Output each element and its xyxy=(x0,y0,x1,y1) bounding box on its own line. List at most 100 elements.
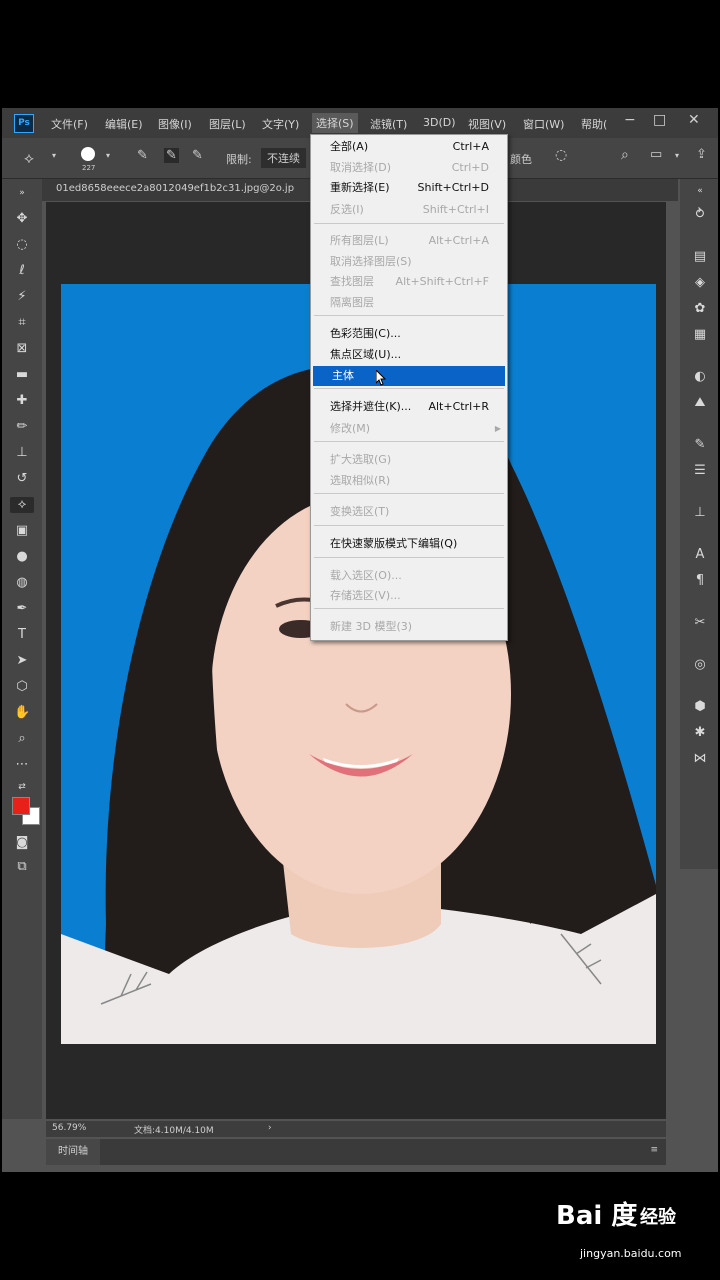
lasso-tool-icon[interactable]: ℓ xyxy=(14,263,30,279)
subtract-selection-brush-icon[interactable]: ✎ xyxy=(192,148,203,163)
menu-option[interactable]: 所有图层(L) Alt+Ctrl+A xyxy=(311,231,507,251)
marquee-tool-icon[interactable]: ◌ xyxy=(14,237,30,253)
dodge-tool-icon[interactable]: ◍ xyxy=(14,575,30,591)
menu-3d[interactable]: 3D(D) xyxy=(423,116,456,129)
add-selection-brush-icon[interactable]: ✎ xyxy=(164,148,179,163)
menu-option-label: 选择并遮住(K)... xyxy=(330,400,412,413)
menu-option[interactable]: 隔离图层 xyxy=(311,293,507,313)
quick-mask-icon[interactable]: ◙ xyxy=(14,835,30,851)
menu-select[interactable]: 选择(S) xyxy=(312,113,358,133)
magic-wand-tool-icon[interactable]: ⚡ xyxy=(14,289,30,305)
menu-filter[interactable]: 滤镜(T) xyxy=(370,116,407,132)
hand-tool-icon[interactable]: ✋ xyxy=(14,705,30,721)
tools-panel-icon[interactable]: ✂ xyxy=(692,615,708,631)
path-selection-tool-icon[interactable]: ➤ xyxy=(14,653,30,669)
pen-pressure-icon[interactable]: ◌ xyxy=(555,147,567,163)
image-panel-icon[interactable]: ⛰ xyxy=(692,395,708,411)
menu-option[interactable]: 变换选区(T) xyxy=(311,502,507,522)
limit-select[interactable]: 不连续 xyxy=(261,148,306,168)
panel-menu-icon[interactable]: ≡ xyxy=(650,1145,658,1155)
adjustments-panel-icon[interactable]: ◐ xyxy=(692,369,708,385)
history-brush-tool-icon[interactable]: ↺ xyxy=(14,471,30,487)
menu-option[interactable]: 主体 xyxy=(313,366,505,386)
menu-option[interactable]: 载入选区(O)... xyxy=(311,566,507,586)
timeline-tab[interactable]: 时间轴 xyxy=(46,1139,100,1165)
minimize-icon[interactable]: − xyxy=(624,112,636,128)
layers-panel-icon[interactable]: ◈ xyxy=(692,275,708,291)
type-tool-icon[interactable]: T xyxy=(14,627,30,643)
menu-window[interactable]: 窗口(W) xyxy=(523,116,564,132)
menu-option[interactable]: 全部(A) Ctrl+A xyxy=(311,137,507,157)
gradient-tool-icon[interactable]: ▣ xyxy=(14,523,30,539)
menu-option[interactable]: 取消选择(D) Ctrl+D xyxy=(311,158,507,178)
ruler-tool-icon[interactable]: ▬ xyxy=(14,367,30,383)
menu-help[interactable]: 帮助( xyxy=(581,116,607,132)
brush-settings-icon[interactable]: ☰ xyxy=(692,463,708,479)
menu-option[interactable]: 焦点区域(U)... xyxy=(311,345,507,365)
workspace-chevron-icon[interactable]: ▾ xyxy=(675,151,679,160)
brush-size-chevron-icon[interactable]: ▾ xyxy=(106,151,110,160)
shape-tool-icon[interactable]: ⬡ xyxy=(14,679,30,695)
quick-select-tool-icon[interactable]: ⟡ xyxy=(24,149,34,167)
foreground-color-swatch[interactable] xyxy=(12,797,30,815)
healing-brush-tool-icon[interactable]: ✚ xyxy=(14,393,30,409)
menu-option[interactable]: 查找图层 Alt+Shift+Ctrl+F xyxy=(311,272,507,292)
maximize-icon[interactable]: □ xyxy=(653,112,666,128)
menu-option[interactable]: 选择并遮住(K)... Alt+Ctrl+R xyxy=(311,397,507,417)
tool-preset-chevron-icon[interactable]: ▾ xyxy=(52,151,56,160)
menu-option[interactable]: 新建 3D 模型(3) xyxy=(311,617,507,637)
3d-panel-icon[interactable]: ⬢ xyxy=(692,699,708,715)
stamp-tool-icon[interactable]: ⊥ xyxy=(14,445,30,461)
menu-view[interactable]: 视图(V) xyxy=(468,116,506,132)
blur-tool-icon[interactable]: ● xyxy=(14,549,30,565)
menu-option[interactable]: 在快速蒙版模式下编辑(Q) xyxy=(311,534,507,554)
menu-option[interactable]: 反选(I) Shift+Ctrl+I xyxy=(311,200,507,220)
workspace-icon[interactable]: ▭ xyxy=(650,147,662,162)
frame-tool-icon[interactable]: ⊠ xyxy=(14,341,30,357)
zoom-level[interactable]: 56.79% xyxy=(52,1123,86,1133)
menu-option-label: 扩大选取(G) xyxy=(330,453,392,466)
menu-image[interactable]: 图像(I) xyxy=(158,116,192,132)
menu-edit[interactable]: 编辑(E) xyxy=(105,116,143,132)
menu-option[interactable]: 重新选择(E) Shift+Ctrl+D xyxy=(311,178,507,198)
character-panel-icon[interactable]: A xyxy=(692,547,708,563)
menu-option[interactable]: 扩大选取(G) xyxy=(311,450,507,470)
clone-source-icon[interactable]: ⊥ xyxy=(692,505,708,521)
brush-preview-icon[interactable] xyxy=(81,147,95,161)
status-expand-icon[interactable]: › xyxy=(268,1123,272,1133)
collapse-dock-icon[interactable]: « xyxy=(692,183,708,199)
materials-panel-icon[interactable]: ✱ xyxy=(692,725,708,741)
swap-colors-icon[interactable]: ⇄ xyxy=(14,779,30,795)
brush-panel-icon[interactable]: ✎ xyxy=(692,437,708,453)
libraries-panel-icon[interactable]: ▤ xyxy=(692,249,708,265)
menu-layer[interactable]: 图层(L) xyxy=(209,116,246,132)
more-tools-icon[interactable]: ⋯ xyxy=(14,757,30,773)
brush-tool-icon[interactable]: ✏ xyxy=(14,419,30,435)
menu-option[interactable]: 存储选区(V)... xyxy=(311,586,507,606)
new-selection-brush-icon[interactable]: ✎ xyxy=(137,148,148,163)
menu-file[interactable]: 文件(F) xyxy=(51,116,88,132)
move-tool-icon[interactable]: ✥ xyxy=(14,211,30,227)
screen-mode-icon[interactable]: ⧉ xyxy=(14,859,30,875)
zoom-tool-icon[interactable]: ⌕ xyxy=(14,731,30,747)
share-icon[interactable]: ⇪ xyxy=(696,147,707,162)
collapse-panel-icon[interactable]: » xyxy=(14,185,30,201)
color-panel-icon[interactable]: ✿ xyxy=(692,301,708,317)
menu-option[interactable]: 取消选择图层(S) xyxy=(311,252,507,272)
menu-option[interactable]: 色彩范围(C)... xyxy=(311,324,507,344)
quick-selection-tool-icon[interactable]: ⟡ xyxy=(10,497,34,513)
pen-tool-icon[interactable]: ✒ xyxy=(14,601,30,617)
menu-option-label: 全部(A) xyxy=(330,140,369,153)
paths-panel-icon[interactable]: ⋈ xyxy=(692,751,708,767)
document-tab[interactable]: 01ed8658eeece2a8012049ef1b2c31.jpg@2o.jp xyxy=(56,183,294,194)
menu-type[interactable]: 文字(Y) xyxy=(262,116,299,132)
paragraph-panel-icon[interactable]: ¶ xyxy=(692,573,708,589)
menu-option[interactable]: 修改(M) ▶ xyxy=(311,419,507,439)
menu-option[interactable]: 选取相似(R) xyxy=(311,471,507,491)
search-icon[interactable]: ⌕ xyxy=(621,147,629,163)
crop-tool-icon[interactable]: ⌗ xyxy=(14,315,30,331)
swatches-panel-icon[interactable]: ▦ xyxy=(692,327,708,343)
channels-panel-icon[interactable]: ◎ xyxy=(692,657,708,673)
history-panel-icon[interactable]: ⥁ xyxy=(692,207,708,223)
close-icon[interactable]: ✕ xyxy=(688,112,700,128)
